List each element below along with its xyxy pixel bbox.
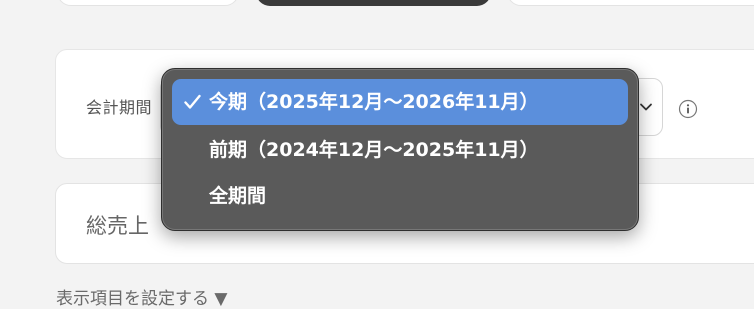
- menu-item-previous-period[interactable]: 前期（2024年12月〜2025年11月）: [172, 127, 628, 173]
- checkmark-icon: [184, 94, 201, 109]
- fiscal-period-dropdown-menu: 今期（2025年12月〜2026年11月） 前期（2024年12月〜2025年1…: [161, 68, 639, 231]
- total-sales-label: 総売上: [86, 214, 149, 238]
- menu-item-label: 全期間: [209, 185, 267, 207]
- display-settings-link[interactable]: 表示項目を設定する ▼: [56, 284, 227, 309]
- menu-item-label: 今期（2025年12月〜2026年11月）: [209, 91, 539, 113]
- menu-item-label: 前期（2024年12月〜2025年11月）: [209, 139, 539, 161]
- top-tab-right[interactable]: [507, 0, 754, 6]
- top-tab-left[interactable]: [57, 0, 239, 6]
- info-icon[interactable]: [678, 99, 698, 119]
- menu-item-current-period[interactable]: 今期（2025年12月〜2026年11月）: [172, 79, 628, 125]
- fiscal-period-label: 会計期間: [86, 98, 153, 117]
- chevron-down-icon: [640, 103, 652, 111]
- top-tab-active[interactable]: [256, 0, 491, 6]
- menu-item-all-periods[interactable]: 全期間: [172, 173, 628, 219]
